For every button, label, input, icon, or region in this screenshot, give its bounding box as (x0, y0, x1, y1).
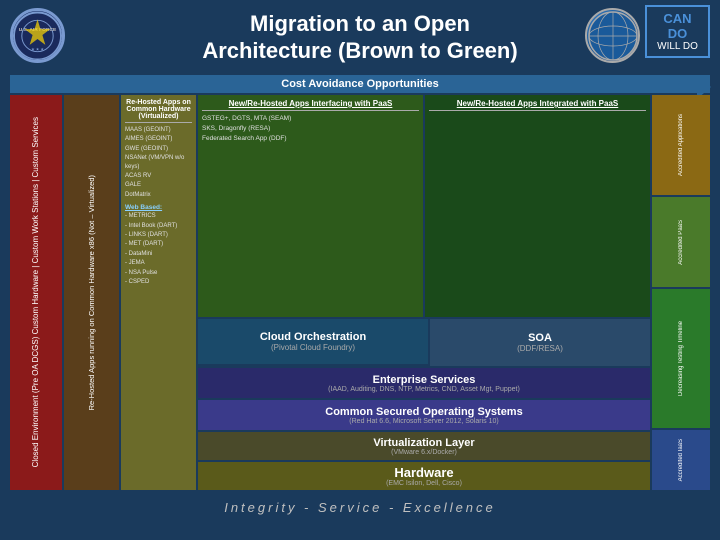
list-item: - Intel Book (DART) (125, 222, 192, 230)
web-based-label: Web Based: (125, 203, 192, 212)
list-item: GWE (GEOINT) (125, 145, 192, 153)
af-logo: U.S. AIR FORCE ★ ★ ★ (10, 8, 65, 63)
new-rehosted-integrated-col: New/Re-Hosted Apps Integrated with PaaS (425, 95, 650, 317)
cloud-soa-row: Cloud Orchestration (Pivotal Cloud Found… (198, 319, 650, 366)
list-item: - METRICS (125, 212, 192, 220)
list-item: - MET (DART) (125, 240, 192, 248)
list-item: - NSA Pulse (125, 269, 192, 277)
list-item: AIMES (GEOINT) (125, 135, 192, 143)
rehost-apps-content: MAAS (GEOINT) AIMES (GEOINT) GWE (GEOINT… (125, 126, 192, 287)
list-item: - LINKS (DART) (125, 231, 192, 239)
slide: U.S. AIR FORCE ★ ★ ★ Migration to an Ope… (0, 0, 720, 540)
enterprise-services-block: Enterprise Services (IAAD, Auditing, DNS… (198, 368, 650, 398)
hw-subtitle: (EMC Isilon, Dell, Cisco) (206, 480, 642, 487)
integrated-title: New/Re-Hosted Apps Integrated with PaaS (429, 99, 646, 111)
cloud-title: Cloud Orchestration (206, 331, 420, 343)
accredited-applications: Accredited Applications (652, 95, 710, 195)
interfacing-content: GSTEG+, DGTS, MTA (SEAM) SKS, Dragonfly … (202, 114, 419, 143)
rehost-apps-column: Re-Hosted Apps on Common Hardware (Virtu… (121, 95, 196, 490)
virt-title: Virtualization Layer (206, 437, 642, 449)
cloud-orchestration-block: Cloud Orchestration (Pivotal Cloud Found… (198, 319, 428, 364)
rehost-apps-title: Re-Hosted Apps on Common Hardware (Virtu… (125, 99, 192, 123)
closed-environment-label: Closed Environment (Pre OA DCGS) Custom … (31, 117, 41, 467)
can-do-badge: CAN DO WILL DO (645, 5, 710, 58)
rehost-hardware-column: Re-Hosted Apps running on Common Hardwar… (64, 95, 119, 490)
page-title: Migration to an Open Architecture (Brown… (202, 11, 517, 64)
cost-avoidance-banner: Cost Avoidance Opportunities (10, 75, 710, 93)
list-item: DotMatrix (125, 191, 192, 199)
svg-text:★ ★ ★: ★ ★ ★ (31, 46, 44, 51)
soa-subtitle: (DDF/RESA) (517, 344, 563, 353)
top-columns: New/Re-Hosted Apps Interfacing with PaaS… (198, 95, 650, 317)
interfacing-title: New/Re-Hosted Apps Interfacing with PaaS (202, 99, 419, 111)
globe-logo (585, 8, 640, 63)
enterprise-subtitle: (IAAD, Auditing, DNS, NTP, Metrics, CND,… (206, 386, 642, 393)
virt-subtitle: (VMware 6.x/Docker) (206, 449, 642, 456)
list-item: - DataMini (125, 250, 192, 258)
list-item: Federated Search App (DDF) (202, 134, 419, 144)
list-item: - JEMA (125, 259, 192, 267)
footer: Integrity - Service - Excellence (0, 495, 720, 520)
main-stack: New/Re-Hosted Apps Interfacing with PaaS… (198, 95, 650, 490)
list-item: GSTEG+, DGTS, MTA (SEAM) (202, 114, 419, 124)
right-sidebar: Accredited Applications Accredited PaaS … (652, 95, 710, 490)
common-os-subtitle: (Red Hat 6.6, Microsoft Server 2012, Sol… (206, 418, 642, 425)
list-item: SKS, Dragonfly (RESA) (202, 124, 419, 134)
main-content: Closed Environment (Pre OA DCGS) Custom … (10, 95, 710, 490)
common-os-title: Common Secured Operating Systems (206, 406, 642, 418)
soa-title: SOA (528, 332, 552, 344)
list-item: GALE (125, 181, 192, 189)
common-os-block: Common Secured Operating Systems (Red Ha… (198, 400, 650, 430)
new-rehosted-interfacing-col: New/Re-Hosted Apps Interfacing with PaaS… (198, 95, 423, 317)
header: U.S. AIR FORCE ★ ★ ★ Migration to an Ope… (0, 0, 720, 75)
footer-text: Integrity - Service - Excellence (224, 500, 496, 515)
accredited-iaas: Accredited IaaS (652, 430, 710, 490)
hardware-block: Hardware (EMC Isilon, Dell, Cisco) (198, 462, 650, 490)
soa-block: SOA (DDF/RESA) (430, 319, 650, 366)
cloud-subtitle: (Pivotal Cloud Foundry) (206, 343, 420, 352)
list-item: ACAS RV (125, 172, 192, 180)
list-item: NSANet (VM/VPN w/o keys) (125, 154, 192, 171)
accredited-paas: Accredited PaaS (652, 197, 710, 287)
list-item: - CSPED (125, 278, 192, 286)
hw-title: Hardware (206, 465, 642, 480)
list-item: MAAS (GEOINT) (125, 126, 192, 134)
enterprise-title: Enterprise Services (206, 374, 642, 386)
rehost-hardware-label: Re-Hosted Apps running on Common Hardwar… (87, 175, 97, 410)
decreasing-timeline: Decreasing Testing Timeline (652, 289, 710, 428)
closed-environment-column: Closed Environment (Pre OA DCGS) Custom … (10, 95, 62, 490)
virt-layer-block: Virtualization Layer (VMware 6.x/Docker) (198, 432, 650, 460)
